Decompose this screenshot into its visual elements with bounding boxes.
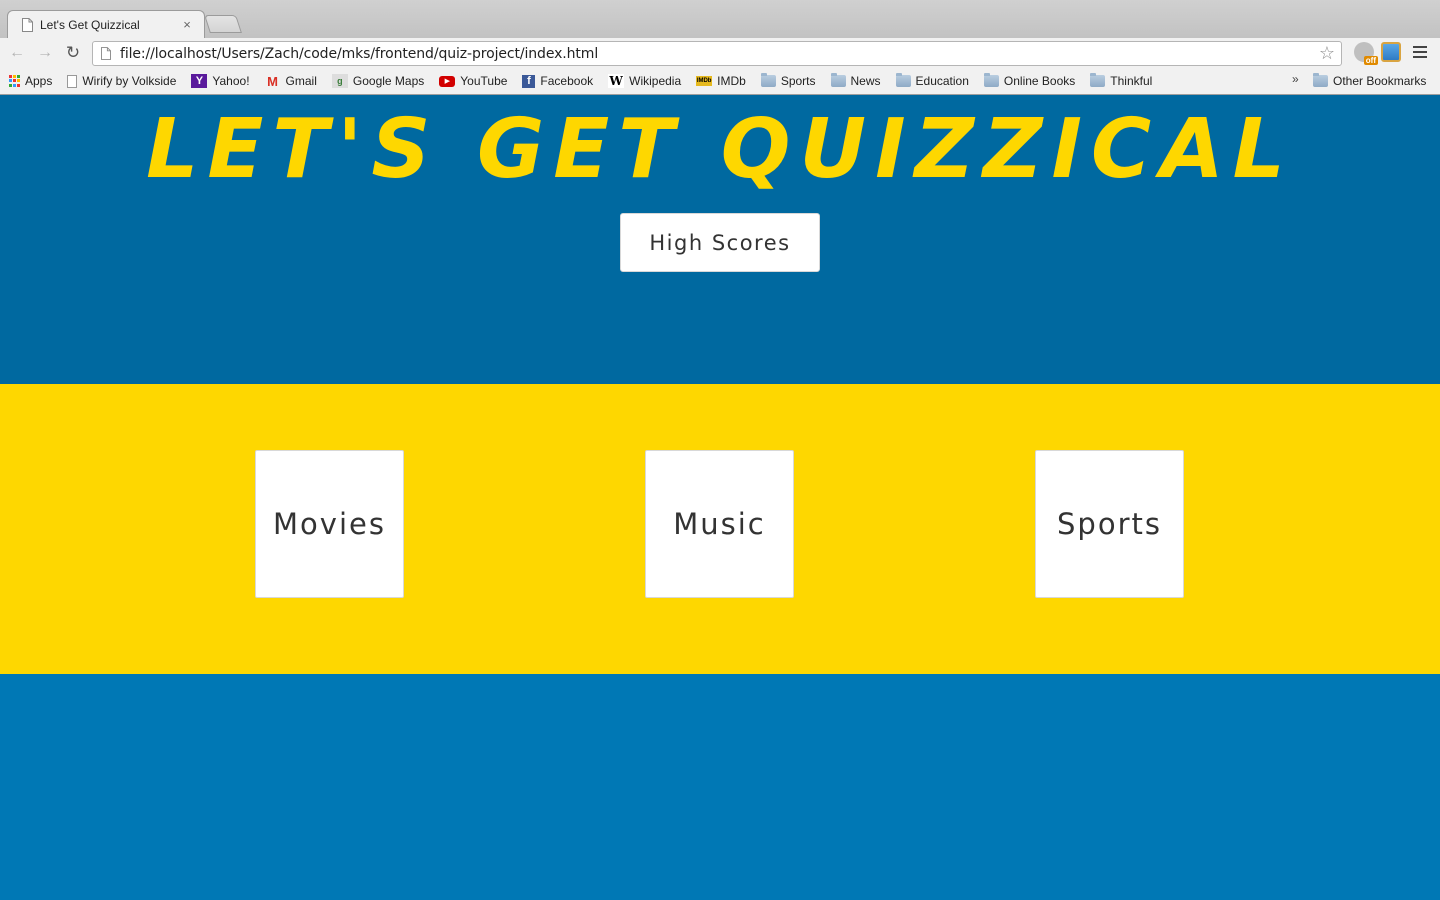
- page-viewport: LET'S GET QUIZZICAL High Scores Movies M…: [0, 95, 1440, 900]
- bookmark-label: IMDb: [717, 74, 746, 88]
- bookmarks-bar: Apps Wirify by Volkside Y Yahoo! M Gmail…: [0, 68, 1440, 94]
- browser-tab-active[interactable]: Let's Get Quizzical ×: [7, 10, 205, 38]
- forward-arrow-icon[interactable]: →: [35, 43, 55, 63]
- browser-menu-icon[interactable]: [1413, 46, 1427, 61]
- tab-close-icon[interactable]: ×: [180, 17, 194, 32]
- bookmark-other-bookmarks[interactable]: Other Bookmarks: [1313, 71, 1426, 91]
- tab-strip: Let's Get Quizzical ×: [0, 0, 1440, 38]
- header-section: LET'S GET QUIZZICAL High Scores: [0, 95, 1440, 384]
- high-scores-button[interactable]: High Scores: [620, 213, 820, 272]
- browser-chrome: Let's Get Quizzical × ← → ↻ file://local…: [0, 0, 1440, 95]
- extension-badge: off: [1363, 56, 1378, 65]
- category-section: Movies Music Sports: [0, 384, 1440, 674]
- folder-icon: [830, 73, 846, 87]
- extension-screen-icon[interactable]: [1381, 42, 1401, 62]
- bookmark-label: Yahoo!: [212, 74, 250, 88]
- bookmark-imdb[interactable]: IMDb IMDb: [696, 71, 746, 91]
- bookmark-folder-thinkful[interactable]: Thinkful: [1090, 71, 1152, 91]
- page-icon: [22, 17, 33, 32]
- url-text[interactable]: file://localhost/Users/Zach/code/mks/fro…: [120, 46, 598, 62]
- tab-title: Let's Get Quizzical: [40, 17, 140, 32]
- page-icon: [67, 74, 78, 88]
- footer-section: [0, 674, 1440, 900]
- page-icon: [101, 47, 111, 60]
- bookmarks-overflow-chevron-icon[interactable]: »: [1292, 72, 1299, 86]
- reload-icon[interactable]: ↻: [63, 43, 83, 63]
- bookmark-star-icon[interactable]: ☆: [1319, 43, 1335, 64]
- back-arrow-icon[interactable]: ←: [7, 43, 27, 63]
- bookmark-label: Wirify by Volkside: [82, 74, 177, 88]
- bookmark-wikipedia[interactable]: W Wikipedia: [608, 71, 681, 91]
- bookmark-label: Wikipedia: [629, 74, 682, 88]
- apps-grid-icon: [8, 75, 20, 87]
- bookmark-label: Facebook: [540, 74, 594, 88]
- bookmark-facebook[interactable]: f Facebook: [522, 71, 593, 91]
- youtube-icon: ▶: [439, 75, 456, 87]
- yahoo-icon: Y: [191, 74, 208, 88]
- folder-icon: [1090, 73, 1106, 87]
- folder-icon: [983, 73, 999, 87]
- imdb-icon: IMDb: [696, 76, 713, 86]
- bookmark-label: Thinkful: [1110, 74, 1153, 88]
- page-title: LET'S GET QUIZZICAL: [146, 102, 1294, 197]
- bookmark-wirify[interactable]: Wirify by Volkside: [67, 71, 176, 91]
- bookmark-apps[interactable]: Apps: [8, 71, 52, 91]
- bookmark-folder-sports[interactable]: Sports: [760, 71, 816, 91]
- bookmark-label: Google Maps: [352, 74, 425, 88]
- category-card-music[interactable]: Music: [645, 450, 794, 598]
- bookmark-label: Apps: [25, 74, 53, 88]
- bookmark-gmail[interactable]: M Gmail: [265, 71, 317, 91]
- bookmark-folder-news[interactable]: News: [830, 71, 881, 91]
- bookmark-folder-education[interactable]: Education: [895, 71, 969, 91]
- bookmark-google-maps[interactable]: g Google Maps: [331, 71, 425, 91]
- new-tab-button[interactable]: [204, 15, 242, 33]
- folder-icon: [895, 73, 911, 87]
- bookmark-label: News: [850, 74, 881, 88]
- bookmark-youtube[interactable]: ▶ YouTube: [439, 71, 507, 91]
- bookmark-yahoo[interactable]: Y Yahoo!: [191, 71, 250, 91]
- folder-icon: [760, 73, 776, 87]
- bookmark-label: Other Bookmarks: [1333, 74, 1427, 88]
- address-bar[interactable]: file://localhost/Users/Zach/code/mks/fro…: [92, 41, 1342, 66]
- google-maps-icon: g: [331, 74, 348, 88]
- wikipedia-icon: W: [608, 74, 625, 88]
- bookmark-label: YouTube: [460, 74, 508, 88]
- category-card-sports[interactable]: Sports: [1035, 450, 1184, 598]
- facebook-icon: f: [522, 74, 536, 88]
- bookmark-label: Online Books: [1003, 74, 1076, 88]
- folder-icon: [1313, 73, 1328, 87]
- category-card-movies[interactable]: Movies: [255, 450, 404, 598]
- bookmark-label: Sports: [780, 74, 816, 88]
- bookmark-label: Gmail: [285, 74, 317, 88]
- browser-toolbar: ← → ↻ file://localhost/Users/Zach/code/m…: [0, 38, 1440, 68]
- gmail-icon: M: [267, 73, 278, 89]
- bookmark-label: Education: [915, 74, 969, 88]
- extension-off-icon[interactable]: off: [1354, 42, 1378, 65]
- bookmark-folder-online-books[interactable]: Online Books: [983, 71, 1076, 91]
